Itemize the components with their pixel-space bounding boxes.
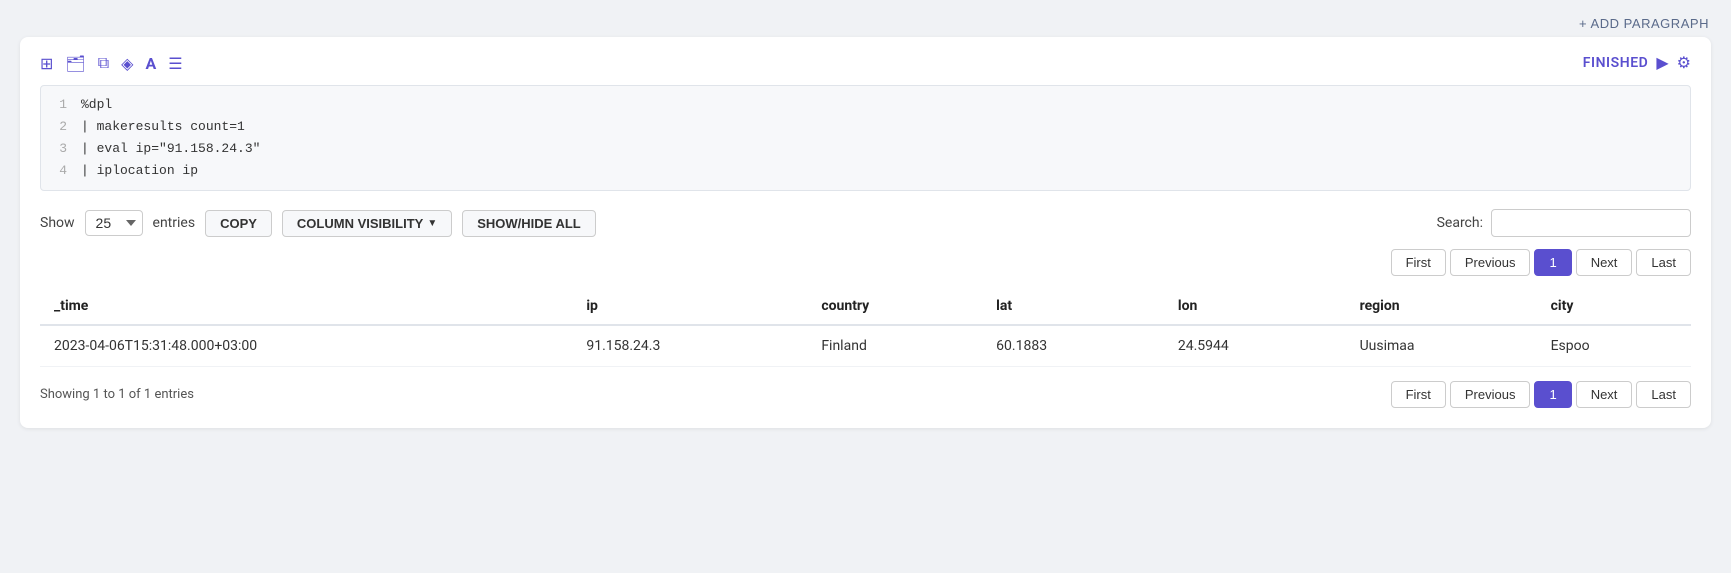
main-card: ⊞ 🗂 ⧉ ◈ A ☰ FINISHED ▶ ⚙ 1 %dpl 2 | make… [20, 37, 1711, 428]
status-label: FINISHED [1583, 55, 1649, 71]
next-page-bottom-button[interactable]: Next [1576, 381, 1633, 408]
col-lat: lat [982, 288, 1164, 325]
code-line-1: 1 %dpl [53, 94, 1678, 116]
code-editor[interactable]: 1 %dpl 2 | makeresults count=1 3 | eval … [40, 85, 1691, 191]
first-page-top-button[interactable]: First [1391, 249, 1446, 276]
toolbar-icons: ⊞ 🗂 ⧉ ◈ A ☰ [40, 53, 183, 73]
add-paragraph-button[interactable]: + ADD PARAGRAPH [1579, 16, 1709, 31]
line-content-1: %dpl [81, 94, 112, 116]
first-page-bottom-button[interactable]: First [1391, 381, 1446, 408]
code-line-4: 4 | iplocation ip [53, 160, 1678, 182]
current-page-bottom-button[interactable]: 1 [1534, 381, 1571, 408]
cell-lon: 24.5944 [1164, 325, 1346, 367]
line-num-1: 1 [53, 94, 67, 116]
controls-row: Show 25 10 50 100 entries COPY COLUMN VI… [40, 209, 1691, 237]
text-icon[interactable]: A [145, 54, 156, 73]
cell-country: Finland [807, 325, 982, 367]
col-city: city [1537, 288, 1691, 325]
col-lon: lon [1164, 288, 1346, 325]
col-ip: ip [572, 288, 807, 325]
line-num-4: 4 [53, 160, 67, 182]
line-content-4: | iplocation ip [81, 160, 198, 182]
data-table: _time ip country lat lon region city 202… [40, 288, 1691, 367]
run-button[interactable]: ▶ [1656, 53, 1668, 73]
table-header-row: _time ip country lat lon region city [40, 288, 1691, 325]
copy-button[interactable]: COPY [205, 210, 272, 237]
col-time: _time [40, 288, 572, 325]
pagination-bottom: First Previous 1 Next Last [1391, 381, 1691, 408]
previous-page-bottom-button[interactable]: Previous [1450, 381, 1531, 408]
next-page-top-button[interactable]: Next [1576, 249, 1633, 276]
code-line-3: 3 | eval ip="91.158.24.3" [53, 138, 1678, 160]
book-icon[interactable]: 🗂 [65, 54, 85, 73]
line-content-2: | makeresults count=1 [81, 116, 245, 138]
last-page-top-button[interactable]: Last [1636, 249, 1691, 276]
layers-icon[interactable]: ⧉ [98, 53, 109, 73]
entries-select[interactable]: 25 10 50 100 [85, 210, 143, 236]
pagination-top: First Previous 1 Next Last [40, 249, 1691, 276]
line-num-3: 3 [53, 138, 67, 160]
show-label: Show [40, 215, 75, 231]
code-line-2: 2 | makeresults count=1 [53, 116, 1678, 138]
cell-_time: 2023-04-06T15:31:48.000+03:00 [40, 325, 572, 367]
entries-after-label: entries [153, 215, 196, 231]
current-page-top-button[interactable]: 1 [1534, 249, 1571, 276]
settings-button[interactable]: ⚙ [1677, 53, 1691, 73]
search-row: Search: [1437, 209, 1691, 237]
table-row: 2023-04-06T15:31:48.000+03:0091.158.24.3… [40, 325, 1691, 367]
previous-page-top-button[interactable]: Previous [1450, 249, 1531, 276]
cell-lat: 60.1883 [982, 325, 1164, 367]
column-visibility-button[interactable]: COLUMN VISIBILITY ▼ [282, 210, 452, 237]
col-region: region [1346, 288, 1537, 325]
cell-city: Espoo [1537, 325, 1691, 367]
chevron-down-icon: ▼ [427, 218, 437, 229]
list-icon[interactable]: ☰ [168, 54, 182, 73]
cell-region: Uusimaa [1346, 325, 1537, 367]
paint-icon[interactable]: ◈ [121, 54, 133, 73]
search-input[interactable] [1491, 209, 1691, 237]
status-area: FINISHED ▶ ⚙ [1583, 53, 1691, 73]
col-country: country [807, 288, 982, 325]
showing-text: Showing 1 to 1 of 1 entries [40, 387, 194, 402]
line-content-3: | eval ip="91.158.24.3" [81, 138, 260, 160]
line-num-2: 2 [53, 116, 67, 138]
show-hide-all-button[interactable]: SHOW/HIDE ALL [462, 210, 596, 237]
search-label: Search: [1437, 215, 1483, 231]
bottom-row: Showing 1 to 1 of 1 entries First Previo… [40, 381, 1691, 408]
cell-ip: 91.158.24.3 [572, 325, 807, 367]
last-page-bottom-button[interactable]: Last [1636, 381, 1691, 408]
grid-icon[interactable]: ⊞ [40, 54, 53, 73]
card-header: ⊞ 🗂 ⧉ ◈ A ☰ FINISHED ▶ ⚙ [40, 53, 1691, 73]
